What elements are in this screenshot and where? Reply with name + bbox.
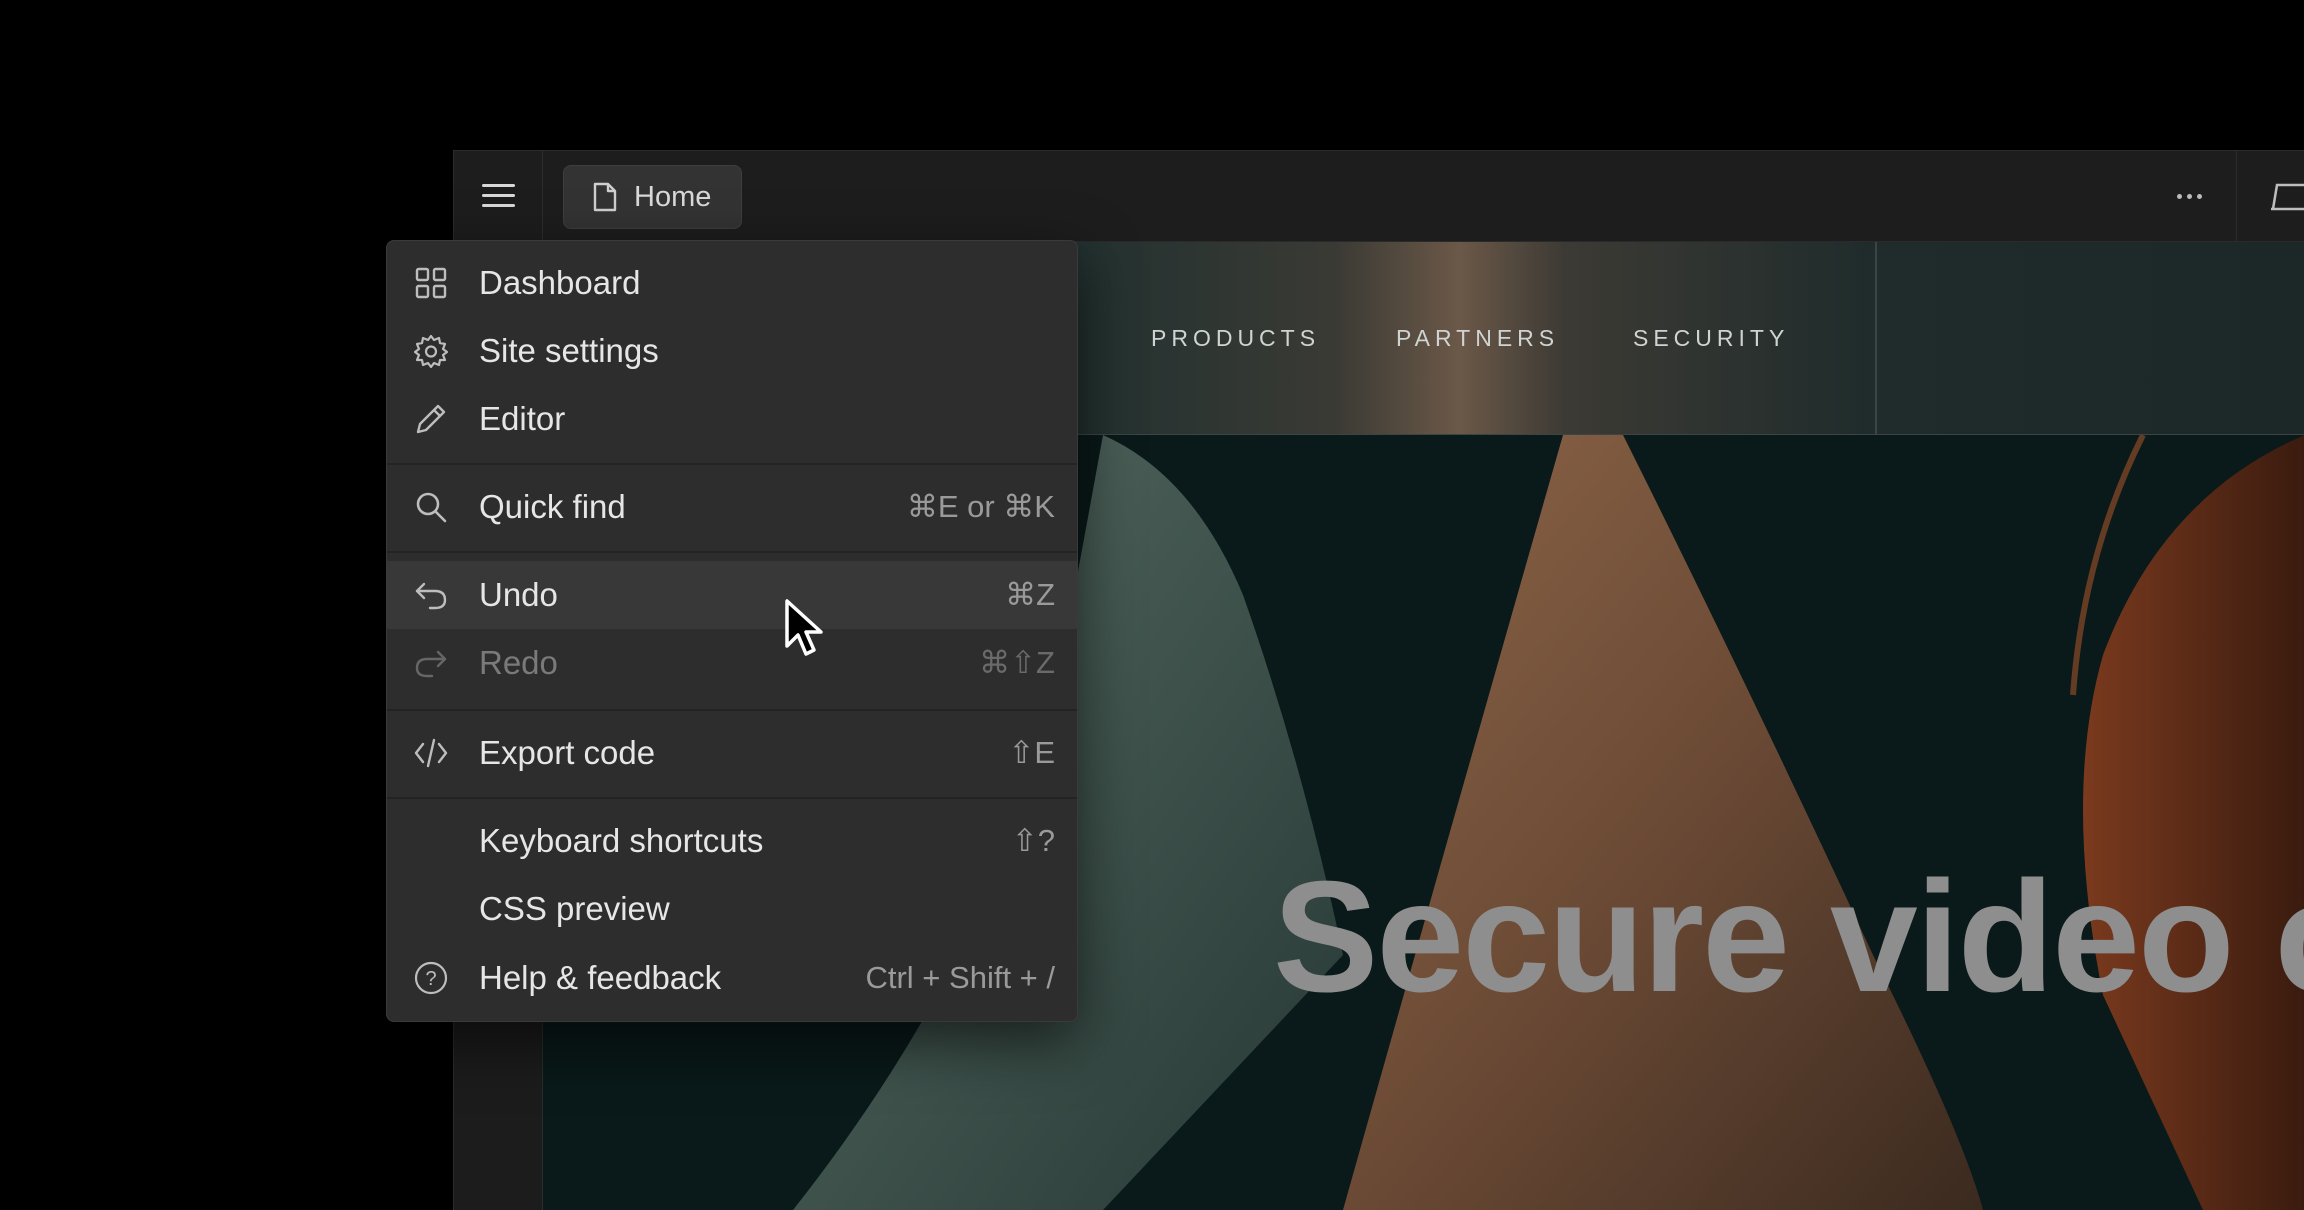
menu-item-undo[interactable]: Undo ⌘Z xyxy=(387,561,1077,629)
top-bar: Home xyxy=(454,151,2304,242)
page-icon xyxy=(593,182,617,212)
page-tab-label: Home xyxy=(634,180,712,213)
hero-heading[interactable]: Secure video co xyxy=(1273,847,2304,1028)
breakpoint-icon[interactable] xyxy=(2269,181,2304,213)
menu-item-redo[interactable]: Redo ⌘⇧Z xyxy=(387,629,1077,697)
mouse-cursor-icon xyxy=(785,599,823,656)
menu-separator xyxy=(387,797,1077,799)
menu-item-label: Site settings xyxy=(479,332,659,369)
menu-item-shortcut: ⇧E xyxy=(1008,735,1055,770)
menu-separator xyxy=(387,709,1077,711)
main-menu-button[interactable] xyxy=(454,151,543,241)
redo-icon xyxy=(415,650,447,678)
menu-item-site-settings[interactable]: Site settings xyxy=(387,317,1077,385)
menu-separator xyxy=(387,551,1077,553)
gear-icon xyxy=(414,334,448,368)
nav-link-security[interactable]: SECURITY xyxy=(1633,325,1789,352)
svg-text:?: ? xyxy=(425,968,436,990)
pencil-icon xyxy=(416,404,446,434)
nav-link-products[interactable]: PRODUCTS xyxy=(1151,325,1320,352)
menu-item-label: Help & feedback xyxy=(479,959,722,996)
menu-item-shortcut: Ctrl + Shift + / xyxy=(865,960,1055,995)
menu-separator xyxy=(387,463,1077,465)
menu-item-shortcut: ⌘⇧Z xyxy=(979,645,1055,680)
menu-item-shortcut: ⌘Z xyxy=(1005,577,1055,612)
nav-divider xyxy=(1875,242,1877,434)
menu-item-label: Export code xyxy=(479,734,656,771)
menu-item-label: Quick find xyxy=(479,488,626,525)
nav-link-partners[interactable]: PARTNERS xyxy=(1396,325,1559,352)
help-icon: ? xyxy=(414,961,448,995)
menu-item-quick-find[interactable]: Quick find ⌘E or ⌘K xyxy=(387,473,1077,541)
menu-item-help-feedback[interactable]: ? Help & feedback Ctrl + Shift + / xyxy=(387,944,1077,1012)
dashboard-icon xyxy=(415,267,447,299)
undo-icon xyxy=(415,582,447,610)
menu-item-label: Editor xyxy=(479,400,566,437)
hamburger-icon xyxy=(481,184,515,208)
divider xyxy=(2236,151,2237,241)
main-menu-dropdown: Dashboard Site settings Editor Quick fin… xyxy=(386,240,1078,1022)
menu-item-css-preview[interactable]: CSS preview xyxy=(387,875,1077,943)
menu-item-dashboard[interactable]: Dashboard xyxy=(387,249,1077,317)
menu-item-shortcut: ⇧? xyxy=(1011,823,1055,858)
menu-item-editor[interactable]: Editor xyxy=(387,385,1077,453)
menu-item-label: Keyboard shortcuts xyxy=(479,822,764,859)
code-icon xyxy=(414,738,448,768)
menu-item-label: Redo xyxy=(479,644,558,681)
page-tab-home[interactable]: Home xyxy=(563,165,742,229)
menu-item-keyboard-shortcuts[interactable]: Keyboard shortcuts ⇧? xyxy=(387,807,1077,875)
menu-item-label: Dashboard xyxy=(479,264,641,301)
menu-item-label: Undo xyxy=(479,576,558,613)
menu-item-export-code[interactable]: Export code ⇧E xyxy=(387,719,1077,787)
more-options-icon[interactable] xyxy=(2164,181,2214,211)
menu-item-shortcut: ⌘E or ⌘K xyxy=(906,489,1055,524)
menu-item-label: CSS preview xyxy=(479,890,670,927)
search-icon xyxy=(416,492,447,523)
